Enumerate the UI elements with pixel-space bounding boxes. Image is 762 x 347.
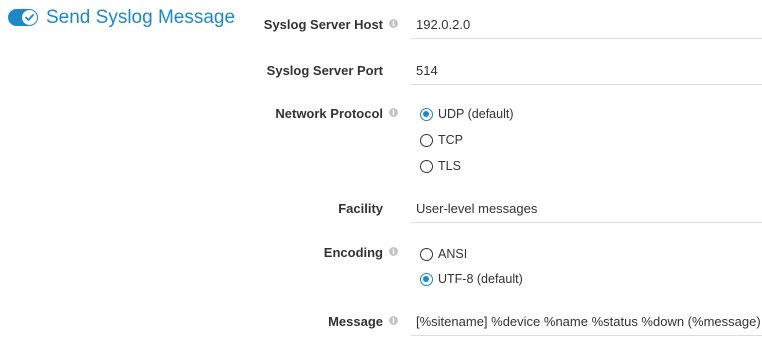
radio-unselected-icon — [420, 247, 433, 261]
radio-unselected-icon — [420, 133, 433, 147]
message-input[interactable]: [%sitename] %device %name %status %down … — [411, 306, 762, 336]
enable-toggle[interactable] — [8, 9, 38, 26]
info-icon[interactable]: i — [389, 19, 398, 28]
port-label: Syslog Server Port — [266, 63, 383, 78]
protocol-radio-udp[interactable]: UDP (default) — [420, 105, 514, 123]
radio-selected-icon — [420, 107, 433, 121]
facility-select[interactable]: User-level messages — [411, 193, 762, 223]
facility-value: User-level messages — [416, 201, 538, 216]
host-value: 192.0.2.0 — [416, 17, 471, 32]
protocol-label: Network Protocol — [275, 106, 383, 121]
protocol-radio-tls[interactable]: TLS — [420, 157, 461, 175]
radio-label: TCP — [438, 133, 463, 147]
facility-label: Facility — [338, 201, 383, 216]
radio-selected-icon — [420, 272, 433, 286]
info-icon[interactable]: i — [389, 108, 398, 117]
message-label: Message — [328, 314, 383, 329]
host-input[interactable]: 192.0.2.0 — [411, 9, 762, 39]
radio-unselected-icon — [420, 159, 433, 173]
radio-label: TLS — [438, 159, 461, 173]
port-input[interactable]: 514 — [411, 55, 762, 85]
radio-label: UDP (default) — [438, 107, 514, 121]
encoding-radio-ansi[interactable]: ANSI — [420, 245, 467, 263]
info-icon[interactable]: i — [389, 247, 398, 256]
encoding-label: Encoding — [323, 245, 383, 260]
protocol-radio-tcp[interactable]: TCP — [420, 131, 463, 149]
port-value: 514 — [416, 63, 438, 78]
radio-label: UTF-8 (default) — [438, 272, 523, 286]
section-title: Send Syslog Message — [46, 7, 236, 28]
check-icon — [22, 10, 37, 25]
radio-label: ANSI — [438, 247, 468, 261]
encoding-radio-utf8[interactable]: UTF-8 (default) — [420, 270, 523, 288]
host-label: Syslog Server Host — [263, 17, 383, 32]
message-value: [%sitename] %device %name %status %down … — [416, 314, 761, 329]
info-icon[interactable]: i — [389, 316, 398, 325]
